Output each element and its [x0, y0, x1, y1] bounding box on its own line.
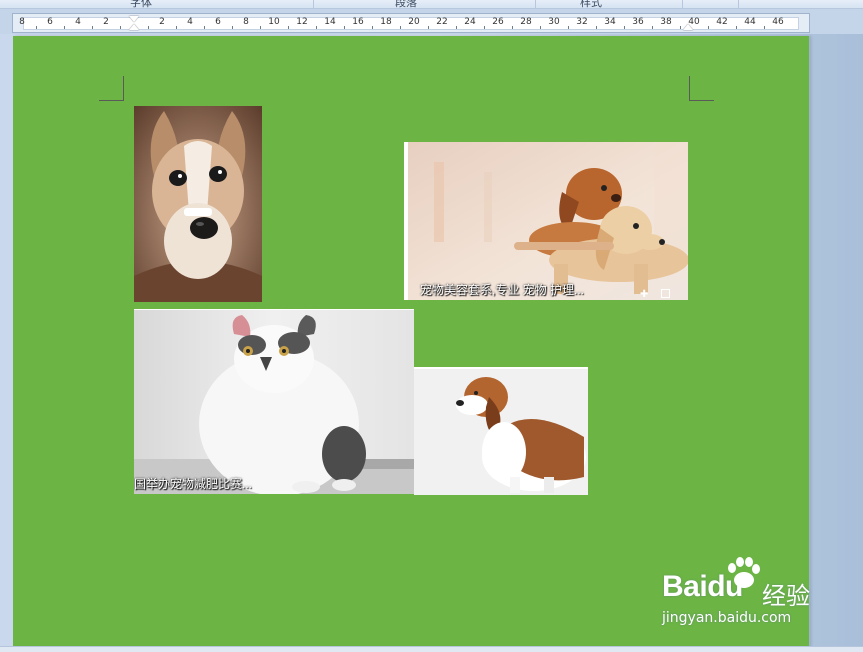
ruler-tick: [764, 26, 765, 29]
ruler-label: 20: [408, 17, 420, 27]
ruler-label: 42: [716, 17, 728, 27]
ruler-tick: [316, 26, 317, 29]
ruler-label: 26: [492, 17, 504, 27]
ruler-label: 6: [47, 17, 53, 27]
ruler-label: 44: [744, 17, 756, 27]
ruler-tick: [36, 26, 37, 29]
ribbon-strip: 字体 段落 样式: [0, 0, 863, 9]
basset-hound-graphic: [414, 367, 588, 495]
ruler-tick: [232, 26, 233, 29]
ruler-tick: [624, 26, 625, 29]
ruler-tick: [708, 26, 709, 29]
horizontal-ruler[interactable]: 8 6 4 2 2 4 6 8 10 12 14 16 18 20 22 24 26 28 30 32 34 36 38 40…: [12, 13, 810, 33]
ruler-tick: [260, 26, 261, 29]
ruler-tick: [204, 26, 205, 29]
ruler-tick: [148, 26, 149, 29]
baidu-jingyan-watermark: Baidu 经验 jingyan.baidu.com: [662, 556, 822, 632]
dog-portrait-graphic: [134, 106, 262, 302]
ribbon-group-paragraph[interactable]: 段落: [395, 0, 417, 8]
jingyan-label: 经验: [762, 582, 810, 610]
ruler-tick: [428, 26, 429, 29]
two-puppies-caption: 宠物美容套系,专业 宠物 护理...: [420, 283, 585, 297]
paw-icon: [728, 557, 760, 588]
two-puppies-graphic: [404, 142, 688, 300]
ribbon-separator: [738, 0, 739, 8]
first-line-indent-marker[interactable]: [129, 16, 139, 22]
ruler-label: 14: [324, 17, 336, 27]
ruler-label: 28: [520, 17, 532, 27]
ruler-label: 22: [436, 17, 448, 27]
left-indent-marker[interactable]: [129, 24, 139, 30]
ruler-tick: [456, 26, 457, 29]
ribbon-group-styles[interactable]: 样式: [580, 0, 602, 8]
ruler-tick: [484, 26, 485, 29]
ruler-tick: [344, 26, 345, 29]
ruler-label: 18: [380, 17, 392, 27]
ruler-label: 16: [352, 17, 364, 27]
ruler-tick: [652, 26, 653, 29]
ruler-tick: [288, 26, 289, 29]
ruler-label: 4: [75, 17, 81, 27]
ruler-tick: [372, 26, 373, 29]
ruler-label: 6: [215, 17, 221, 27]
ruler-tick: [736, 26, 737, 29]
ruler-label: 10: [268, 17, 280, 27]
margin-corner-top-right: [689, 76, 714, 101]
ruler-tick: [680, 26, 681, 29]
ruler-tick: [400, 26, 401, 29]
ruler-label: 36: [632, 17, 644, 27]
ruler-tick: [64, 26, 65, 29]
ruler-label: 30: [548, 17, 560, 27]
ruler-tick: [120, 26, 121, 29]
ruler-tick: [540, 26, 541, 29]
ruler-label: 24: [464, 17, 476, 27]
status-strip: [0, 646, 863, 652]
ruler-label: 12: [296, 17, 308, 27]
ruler-tick: [512, 26, 513, 29]
ruler-tick: [568, 26, 569, 29]
ribbon-group-font[interactable]: 字体: [130, 0, 152, 8]
two-puppies-image[interactable]: 宠物美容套系,专业 宠物 护理... ✚: [404, 142, 688, 300]
ruler-tick: [596, 26, 597, 29]
watermark-url: jingyan.baidu.com: [662, 610, 792, 626]
ruler-label: 4: [187, 17, 193, 27]
ruler-label: 46: [772, 17, 784, 27]
ribbon-separator: [535, 0, 536, 8]
ruler-label: 38: [660, 17, 672, 27]
dog-portrait-image[interactable]: [134, 106, 262, 302]
ribbon-separator: [313, 0, 314, 8]
basset-hound-image[interactable]: [414, 367, 588, 495]
ruler-tick: [92, 26, 93, 29]
ruler-tick: [176, 26, 177, 29]
ruler-label: 8: [19, 17, 25, 27]
ruler-label: 2: [103, 17, 109, 27]
margin-corner-top-left: [99, 76, 124, 101]
expand-icon: [661, 289, 670, 298]
ruler-label: 2: [159, 17, 165, 27]
fat-cat-caption: 国举办宠物减肥比赛...: [134, 477, 253, 491]
fat-cat-graphic: [134, 309, 414, 494]
ruler-label: 32: [576, 17, 588, 27]
ruler-label: 34: [604, 17, 616, 27]
fat-cat-image[interactable]: 国举办宠物减肥比赛...: [134, 309, 414, 494]
ruler-label: 8: [243, 17, 249, 27]
ribbon-separator: [682, 0, 683, 8]
right-indent-marker[interactable]: [683, 24, 693, 30]
pin-icon: ✚: [640, 289, 649, 300]
